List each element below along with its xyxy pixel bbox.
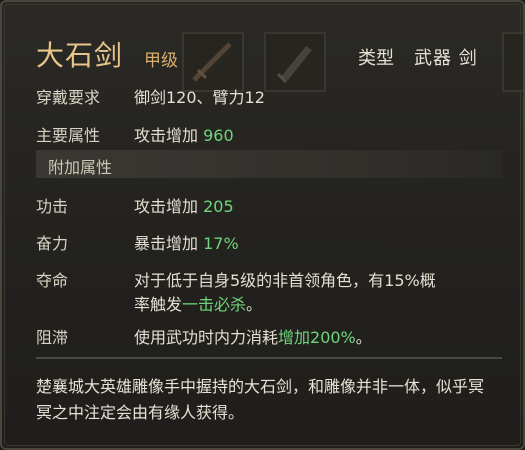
main-attribute-label: 主要属性 — [36, 126, 101, 145]
extra-attribute-stat: 攻击增加 — [134, 197, 199, 216]
item-type-label: 类型 — [358, 48, 394, 69]
item-description: 楚襄城大英雄雕像手中握持的大石剑，和雕像并非一体，似乎冥冥之中注定会由有缘人获得… — [36, 377, 485, 422]
main-attribute-stat: 攻击增加 — [134, 126, 199, 145]
item-grade: 甲级 — [144, 51, 178, 71]
requirement-value: 御剑120、臂力12 — [134, 88, 265, 107]
special-effect-suffix: 。 — [246, 295, 263, 314]
extra-attributes-title: 附加属性 — [48, 158, 113, 177]
item-tooltip: 大石剑 甲级 类型 武器 剑 穿戴要求 御剑120、臂力12 主要属性 攻击增加… — [0, 0, 525, 450]
special-effect-line-2: 率触发一击必杀。 — [134, 291, 262, 315]
penalty-effect-label: 阻滞 — [36, 328, 69, 347]
item-type-value: 武器 剑 — [414, 48, 478, 69]
penalty-effect-prefix: 使用武功时内力消耗 — [134, 328, 279, 347]
extra-attributes-header: 附加属性 — [36, 150, 502, 178]
extra-attribute-number: 205 — [203, 197, 234, 216]
main-attribute-number: 960 — [203, 126, 234, 145]
special-effect-highlight: 一击必杀 — [182, 295, 247, 314]
penalty-effect-value: 使用武功时内力消耗增加200%。 — [134, 324, 372, 348]
extra-attribute-label: 奋力 — [36, 234, 69, 253]
extra-attribute-number: 17% — [203, 234, 239, 253]
extra-attribute-stat: 暴击增加 — [134, 234, 199, 253]
extra-attribute-label: 功击 — [36, 197, 69, 216]
special-effect-label: 夺命 — [36, 271, 69, 290]
description-divider — [36, 357, 502, 359]
special-effect-prefix: 率触发 — [134, 295, 183, 314]
requirement-label: 穿戴要求 — [36, 88, 101, 107]
penalty-effect-suffix: 。 — [355, 328, 372, 347]
item-name: 大石剑 — [36, 39, 124, 72]
special-effect-line-1: 对于低于自身5级的非首领角色，有15%概 — [134, 271, 436, 290]
main-attribute-value: 攻击增加 960 — [134, 122, 234, 146]
extra-attribute-value: 攻击增加 205 — [134, 193, 234, 217]
penalty-effect-highlight: 增加200% — [278, 328, 356, 347]
extra-attribute-value: 暴击增加 17% — [134, 230, 239, 254]
item-header: 大石剑 甲级 类型 武器 剑 — [36, 32, 506, 76]
